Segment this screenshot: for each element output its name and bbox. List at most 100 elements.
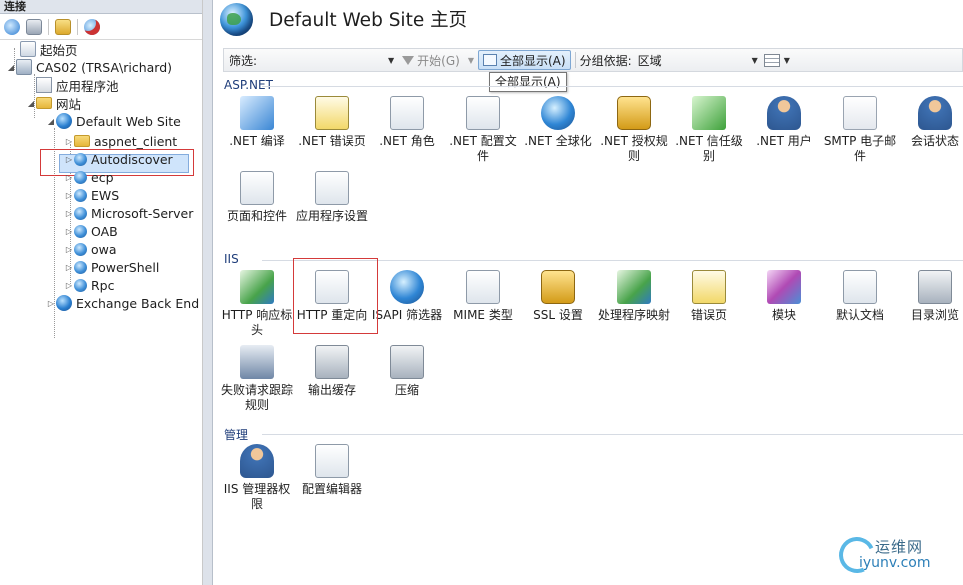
feature-error-pages[interactable]: 错误页	[672, 270, 746, 323]
expander-icon[interactable]: ▷	[64, 173, 74, 182]
expander-icon[interactable]: ◢	[26, 99, 36, 108]
tree-app-pools[interactable]: 应用程序池	[26, 76, 119, 94]
feature-output-caching[interactable]: 输出缓存	[295, 345, 369, 398]
error-pages-icon	[692, 270, 726, 304]
expander-icon[interactable]: ◢	[6, 63, 16, 72]
highlight-box-http-redirect	[293, 258, 378, 334]
disconnect-icon[interactable]	[84, 18, 100, 35]
app-globe-icon	[74, 206, 87, 220]
app-globe-icon	[74, 152, 87, 166]
tree-owa[interactable]: ▷ owa	[64, 240, 117, 258]
net-users-icon	[767, 96, 801, 130]
up-folder-icon[interactable]	[55, 18, 71, 35]
feature-compression[interactable]: 压缩	[370, 345, 444, 398]
feature-pages-controls[interactable]: 页面和控件	[220, 171, 294, 224]
server-icon	[16, 59, 32, 75]
feature-default-document[interactable]: 默认文档	[823, 270, 897, 323]
expander-icon[interactable]: ▷	[64, 155, 74, 164]
filter-label: 筛选:	[229, 53, 258, 68]
tree-exchange-back-end[interactable]: ▷ Exchange Back End	[46, 294, 199, 312]
feature-configuration-editor[interactable]: 配置编辑器	[295, 444, 369, 497]
app-globe-icon	[74, 260, 87, 274]
expander-icon[interactable]: ▷	[46, 299, 56, 308]
tree-microsoft-server[interactable]: ▷ Microsoft-Server	[64, 204, 193, 222]
toolbar-separator	[77, 18, 78, 35]
expander-icon[interactable]: ▷	[64, 281, 74, 290]
app-globe-icon	[74, 188, 87, 202]
tree-start-page[interactable]: 起始页	[10, 40, 78, 58]
feature-net-authorization[interactable]: .NET 授权规则	[597, 96, 671, 164]
handler-mappings-icon	[617, 270, 651, 304]
expander-icon[interactable]: ▷	[64, 245, 74, 254]
save-icon[interactable]	[26, 18, 42, 35]
tree-rpc[interactable]: ▷ Rpc	[64, 276, 115, 294]
expander-icon[interactable]: ▷	[64, 209, 74, 218]
tree-powershell[interactable]: ▷ PowerShell	[64, 258, 159, 276]
group-by-select[interactable]: 区域	[638, 52, 748, 69]
tree-item-label: owa	[91, 241, 117, 257]
tree-ews[interactable]: ▷ EWS	[64, 186, 119, 204]
filter-input[interactable]	[264, 51, 384, 69]
tree-item-label: Rpc	[91, 277, 115, 293]
view-mode-icon[interactable]	[763, 53, 780, 67]
expander-icon[interactable]: ▷	[64, 263, 74, 272]
net-authorization-icon	[617, 96, 651, 130]
globe-icon	[56, 295, 72, 311]
feature-modules[interactable]: 模块	[747, 270, 821, 323]
feature-net-globalization[interactable]: .NET 全球化	[521, 96, 595, 149]
feature-ssl-settings[interactable]: SSL 设置	[521, 270, 595, 323]
tree-oab[interactable]: ▷ OAB	[64, 222, 118, 240]
tree-default-web-site[interactable]: ◢ Default Web Site	[46, 112, 181, 130]
net-compilation-icon	[240, 96, 274, 130]
show-all-button[interactable]: 全部显示(A)	[477, 50, 571, 70]
feature-net-users[interactable]: .NET 用户	[747, 96, 821, 149]
tree-sites[interactable]: ◢ 网站	[26, 94, 81, 112]
feature-net-roles[interactable]: .NET 角色	[370, 96, 444, 149]
feature-isapi-filters[interactable]: ISAPI 筛选器	[370, 270, 444, 323]
isapi-filters-icon	[390, 270, 424, 304]
feature-smtp-email[interactable]: SMTP 电子邮件	[823, 96, 897, 164]
net-roles-icon	[390, 96, 424, 130]
feature-failed-request-tracing[interactable]: 失败请求跟踪规则	[220, 345, 294, 413]
expander-icon[interactable]: ▷	[64, 137, 74, 146]
group-by-dropdown-arrow-icon[interactable]: ▼	[752, 56, 758, 65]
feature-net-error-pages[interactable]: .NET 错误页	[295, 96, 369, 149]
funnel-icon	[402, 55, 415, 65]
feature-iis-manager-permissions[interactable]: IIS 管理器权限	[220, 444, 294, 512]
feature-label: 会话状态	[910, 134, 959, 148]
tree-server[interactable]: ◢ CAS02 (TRSA\richard)	[6, 58, 172, 76]
feature-directory-browsing[interactable]: 目录浏览	[898, 270, 963, 323]
feature-net-profile[interactable]: .NET 配置文件	[446, 96, 520, 164]
feature-label: .NET 信任级别	[675, 134, 743, 163]
feature-net-compilation[interactable]: .NET 编译	[220, 96, 294, 149]
feature-http-response-headers[interactable]: HTTP 响应标头	[220, 270, 294, 338]
filter-dropdown-arrow-icon[interactable]: ▼	[388, 56, 394, 65]
tree-autodiscover[interactable]: ▷ Autodiscover	[64, 150, 173, 168]
show-all-label: 全部显示(A)	[499, 53, 566, 68]
feature-net-trust-levels[interactable]: .NET 信任级别	[672, 96, 746, 164]
expander-icon[interactable]: ◢	[46, 117, 56, 126]
feature-handler-mappings[interactable]: 处理程序映射	[597, 270, 671, 323]
app-globe-icon	[74, 278, 87, 292]
feature-label: 模块	[771, 308, 796, 322]
pane-splitter[interactable]	[203, 0, 213, 585]
tree-ecp[interactable]: ▷ ecp	[64, 168, 114, 186]
feature-label: IIS 管理器权限	[223, 482, 291, 511]
feature-label: MIME 类型	[453, 308, 513, 322]
feature-label: .NET 配置文件	[449, 134, 517, 163]
feature-label: 输出缓存	[307, 383, 356, 397]
feature-label: .NET 角色	[379, 134, 435, 148]
feature-session-state[interactable]: 会话状态	[898, 96, 963, 149]
tree-item-label: Microsoft-Server	[91, 205, 194, 221]
expander-icon[interactable]: ▷	[64, 191, 74, 200]
start-filter-button[interactable]: 开始(G)	[398, 52, 464, 69]
view-mode-dropdown-arrow-icon[interactable]: ▼	[784, 56, 790, 65]
tree-aspnet-client[interactable]: ▷ aspnet_client	[64, 132, 177, 150]
start-dropdown-arrow-icon[interactable]: ▼	[468, 56, 474, 65]
connect-icon[interactable]	[4, 18, 20, 35]
feature-mime-types[interactable]: MIME 类型	[446, 270, 520, 323]
expander-icon[interactable]: ▷	[64, 227, 74, 236]
watermark-line2: iyunv.com	[859, 555, 931, 571]
toolbar-separator	[574, 52, 576, 68]
feature-app-settings[interactable]: 应用程序设置	[295, 171, 369, 224]
